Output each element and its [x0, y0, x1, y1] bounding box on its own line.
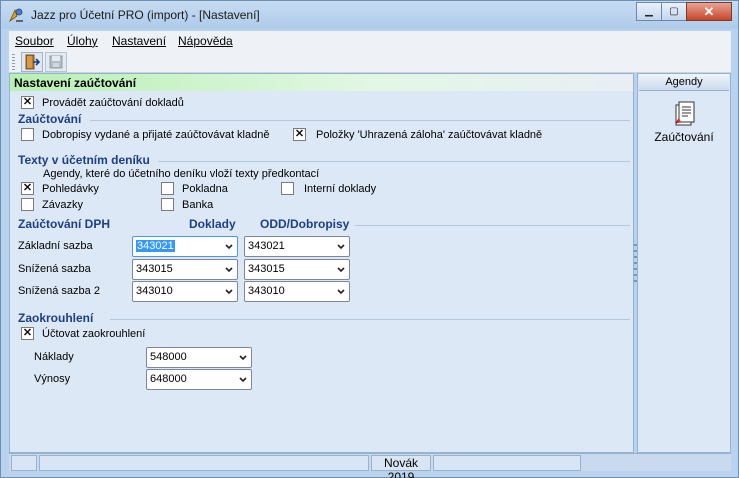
dph-title: Zaúčtování DPH: [18, 217, 111, 231]
zaokrouhleni-title: Zaokrouhlení: [18, 311, 94, 325]
pohledavky-label: Pohledávky: [42, 183, 99, 195]
vynosy-combo[interactable]: 648000: [146, 369, 252, 390]
snizena-doklady-combo[interactable]: 343015: [132, 259, 238, 280]
pohledavky-checkbox[interactable]: ✕: [21, 182, 34, 195]
texty-title: Texty v účetním deníku: [18, 153, 150, 167]
vynosy-label: Výnosy: [34, 373, 71, 385]
chevron-down-icon: [337, 244, 345, 250]
save-icon: [49, 55, 63, 69]
check-mark-icon: ✕: [22, 182, 33, 194]
naklady-combo[interactable]: 548000: [146, 347, 252, 368]
provadet-checkbox[interactable]: ✕: [21, 96, 34, 109]
maximize-button[interactable]: ▢: [661, 2, 687, 21]
check-mark-icon: ✕: [22, 327, 33, 339]
status-cell: [11, 455, 37, 471]
polozky-checkbox[interactable]: ✕: [293, 128, 306, 141]
combo-value: 343010: [136, 285, 173, 297]
snizena-sazba-2-label: Snížená sazba 2: [18, 285, 100, 297]
chevron-down-icon: [239, 355, 247, 361]
check-mark-icon: ✕: [22, 96, 33, 108]
uctovat-zaokrouhleni-label: Účtovat zaokrouhlení: [42, 328, 146, 340]
panel-header: Nastavení zaúčtování: [10, 74, 633, 91]
chevron-down-icon: [239, 377, 247, 383]
exit-icon: [25, 54, 40, 70]
chevron-down-icon: [225, 244, 233, 250]
settings-panel: Nastavení zaúčtování ✕ Provádět zaúčtová…: [9, 73, 634, 453]
banka-label: Banka: [182, 199, 214, 211]
combo-value: 343015: [136, 263, 173, 275]
texty-note: Agendy, které do účetního deníku vloží t…: [43, 168, 320, 180]
zakladni-odd-combo[interactable]: 343021: [244, 236, 350, 257]
exit-button[interactable]: [21, 52, 43, 72]
title-bar: Jazz pro Účetní PRO (import) - [Nastaven…: [1, 1, 738, 29]
document-icon: [675, 101, 695, 126]
maximize-icon: ▢: [669, 6, 679, 17]
menu-ulohy[interactable]: Úlohy: [67, 34, 98, 48]
snizena-sazba-label: Snížená sazba: [18, 263, 91, 275]
app-window: Jazz pro Účetní PRO (import) - [Nastaven…: [0, 0, 739, 478]
save-button[interactable]: [45, 52, 67, 72]
window-controls: ▁ ▢ ✕: [636, 2, 732, 21]
status-bar: Novák 2019: [9, 453, 731, 478]
snizena-odd-combo[interactable]: 343015: [244, 259, 350, 280]
close-icon: ✕: [703, 3, 715, 19]
close-button[interactable]: ✕: [686, 2, 732, 21]
zakladni-sazba-label: Základní sazba: [18, 240, 93, 252]
zavazky-label: Závazky: [42, 199, 83, 211]
snizena2-doklady-combo[interactable]: 343010: [132, 281, 238, 302]
banka-checkbox[interactable]: [161, 198, 174, 211]
minimize-button[interactable]: ▁: [636, 2, 662, 21]
dph-col-odd: ODD/Dobropisy: [260, 217, 350, 231]
menu-nastaveni[interactable]: Nastavení: [112, 34, 166, 48]
dobropisy-label: Dobropisy vydané a přijaté zaúčtovávat k…: [42, 129, 270, 141]
agendy-panel: Agendy Zaúčtování: [634, 73, 731, 453]
combo-value: 548000: [150, 351, 187, 363]
splitter-handle[interactable]: [634, 244, 637, 286]
window-title: Jazz pro Účetní PRO (import) - [Nastaven…: [31, 8, 260, 22]
status-cell: [433, 455, 581, 471]
menu-soubor[interactable]: Soubor: [15, 34, 54, 48]
app-icon: [9, 8, 23, 23]
combo-value: 343015: [248, 263, 285, 275]
agendy-header: Agendy: [639, 74, 729, 91]
menu-bar: Soubor Úlohy Nastavení Nápověda: [9, 31, 731, 51]
combo-value: 343021: [248, 240, 285, 252]
zakladni-doklady-combo[interactable]: 343021: [132, 236, 238, 257]
minimize-icon: ▁: [645, 6, 653, 17]
toolbar: [9, 51, 731, 73]
interni-doklady-label: Interní doklady: [304, 183, 377, 195]
combo-value: 648000: [150, 373, 187, 385]
toolbar-grip[interactable]: [12, 54, 15, 70]
dobropisy-checkbox[interactable]: [21, 128, 34, 141]
combo-value: 343010: [248, 285, 285, 297]
polozky-label: Položky 'Uhrazená záloha' zaúčtovávat kl…: [316, 129, 543, 141]
chevron-down-icon: [337, 267, 345, 273]
combo-value: 343021: [136, 240, 175, 252]
divider: [90, 120, 630, 121]
pokladna-checkbox[interactable]: [161, 182, 174, 195]
check-mark-icon: ✕: [294, 128, 305, 140]
provadet-label: Provádět zaúčtování dokladů: [42, 97, 184, 109]
status-user: Novák 2019: [371, 455, 431, 478]
pokladna-label: Pokladna: [182, 183, 228, 195]
zavazky-checkbox[interactable]: [21, 198, 34, 211]
dph-col-doklady: Doklady: [189, 217, 236, 231]
menu-napoveda[interactable]: Nápověda: [178, 34, 233, 48]
snizena2-odd-combo[interactable]: 343010: [244, 281, 350, 302]
chevron-down-icon: [225, 267, 233, 273]
uctovat-zaokrouhleni-checkbox[interactable]: ✕: [21, 327, 34, 340]
divider: [355, 225, 630, 226]
agenda-item-label: Zaúčtování: [654, 130, 714, 144]
divider: [158, 161, 630, 162]
naklady-label: Náklady: [34, 351, 74, 363]
zauctovani-title: Zaúčtování: [18, 112, 82, 126]
status-cell: [39, 455, 369, 471]
chevron-down-icon: [225, 289, 233, 295]
divider: [110, 319, 630, 320]
chevron-down-icon: [337, 289, 345, 295]
interni-doklady-checkbox[interactable]: [281, 182, 294, 195]
